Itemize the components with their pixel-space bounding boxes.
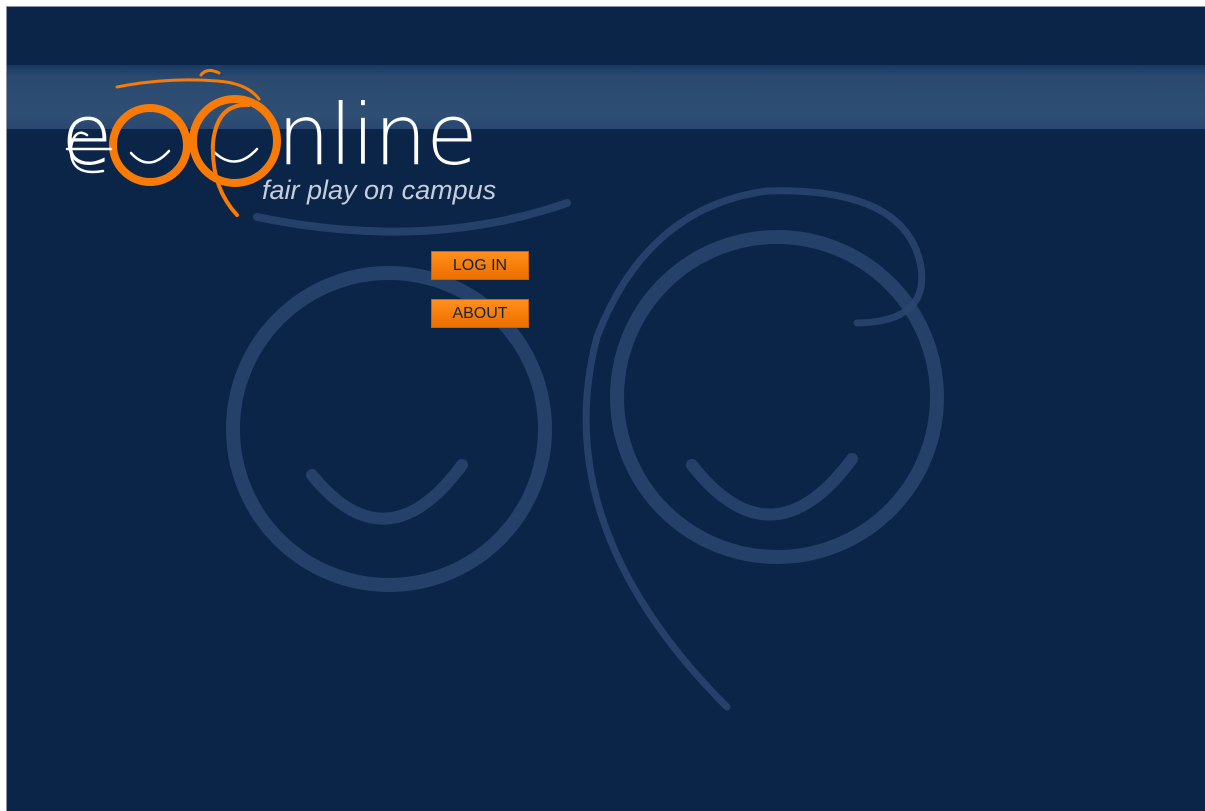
login-button[interactable]: LOG IN — [431, 251, 529, 280]
page-frame: nline e fair play on campus LOG IN ABOUT — [6, 6, 1205, 811]
about-button[interactable]: ABOUT — [431, 299, 529, 328]
tagline: fair play on campus — [262, 175, 497, 205]
logo-wordmark: nline — [277, 86, 478, 184]
logo-letter-e: e — [61, 86, 113, 184]
